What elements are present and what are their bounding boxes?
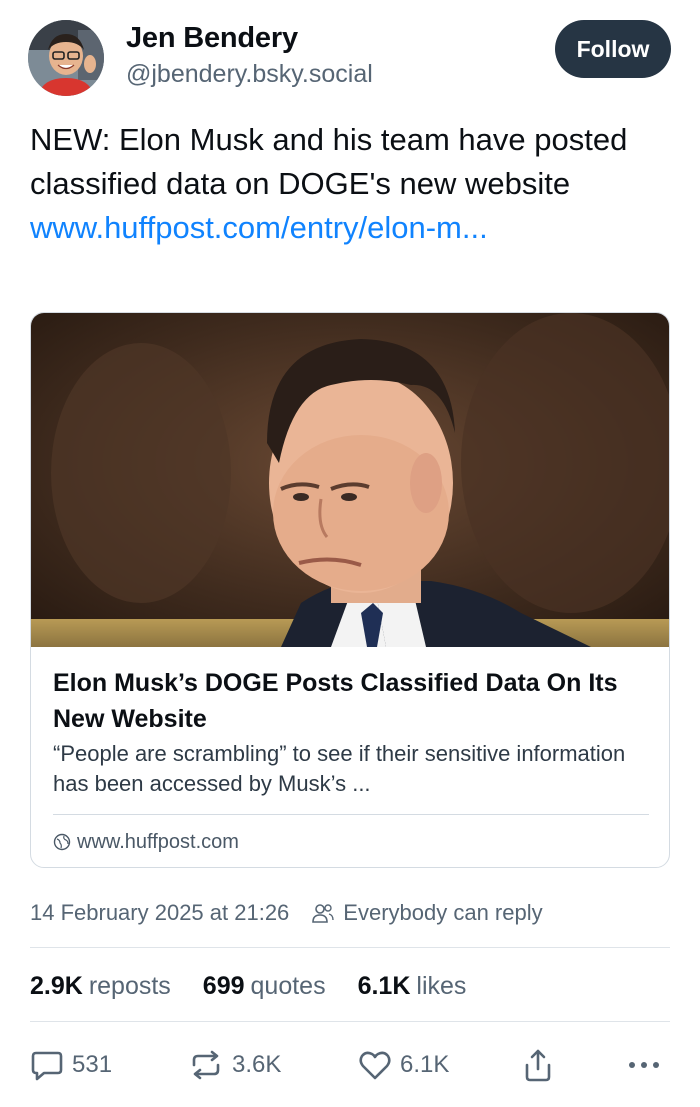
author-name[interactable]: Jen Bendery [126, 22, 298, 55]
author-avatar[interactable] [28, 20, 104, 96]
quotes-count: 699 [202, 971, 245, 1000]
more-icon [629, 1062, 659, 1068]
engagement-stats: 2.9K reposts 699 quotes 6.1K likes [30, 966, 498, 1006]
more-options-button[interactable] [626, 1040, 662, 1090]
reply-setting: Everybody can reply [311, 900, 543, 926]
link-preview-domain: www.huffpost.com [53, 827, 239, 857]
reply-icon [31, 1051, 63, 1081]
quotes-stat[interactable]: 699 quotes [203, 972, 326, 1001]
quotes-label: quotes [250, 971, 326, 1000]
like-icon [359, 1051, 391, 1080]
reposts-label: reposts [88, 971, 171, 1000]
action-bar: 531 3.6K 6.1K [0, 1040, 700, 1090]
globe-icon [53, 833, 71, 851]
link-preview-domain-text: www.huffpost.com [77, 830, 239, 853]
reposts-stat[interactable]: 2.9K reposts [30, 972, 171, 1001]
divider [30, 1021, 670, 1022]
link-preview-description: “People are scrambling” to see if their … [53, 741, 626, 796]
link-preview-image [31, 313, 669, 647]
repost-icon [192, 1050, 220, 1080]
likes-stat[interactable]: 6.1K likes [358, 972, 467, 1001]
likes-count: 6.1K [357, 971, 411, 1000]
post-timestamp[interactable]: 14 February 2025 at 21:26 [30, 900, 289, 926]
reply-button[interactable]: 531 [30, 1040, 112, 1090]
post-meta: 14 February 2025 at 21:26 Everybody can … [30, 896, 543, 930]
reply-setting-label: Everybody can reply [343, 900, 543, 925]
link-preview-title[interactable]: Elon Musk’s DOGE Posts Classified Data O… [53, 665, 649, 737]
link-preview-card[interactable]: Elon Musk’s DOGE Posts Classified Data O… [30, 312, 670, 868]
post-text: NEW: Elon Musk and his team have posted … [30, 118, 670, 250]
divider [30, 947, 670, 948]
reply-count: 531 [72, 1051, 113, 1078]
link-preview-body: Elon Musk’s DOGE Posts Classified Data O… [31, 647, 669, 867]
reposts-count: 2.9K [30, 971, 83, 1000]
follow-button[interactable]: Follow [555, 20, 671, 78]
post-link[interactable]: www.huffpost.com/entry/elon-m... [30, 210, 488, 245]
post-header: Jen Bendery @jbendery.bsky.social Follow [0, 0, 700, 110]
card-divider [53, 814, 649, 815]
likes-label: likes [416, 971, 467, 1000]
people-icon [312, 904, 334, 923]
repost-button[interactable]: 3.6K [188, 1040, 281, 1090]
like-button[interactable]: 6.1K [358, 1040, 449, 1090]
author-handle[interactable]: @jbendery.bsky.social [126, 60, 373, 89]
like-count: 6.1K [400, 1051, 450, 1078]
share-button[interactable] [522, 1040, 554, 1090]
post-body-text: NEW: Elon Musk and his team have posted … [30, 122, 628, 201]
share-icon [525, 1049, 551, 1082]
repost-count: 3.6K [232, 1051, 282, 1078]
